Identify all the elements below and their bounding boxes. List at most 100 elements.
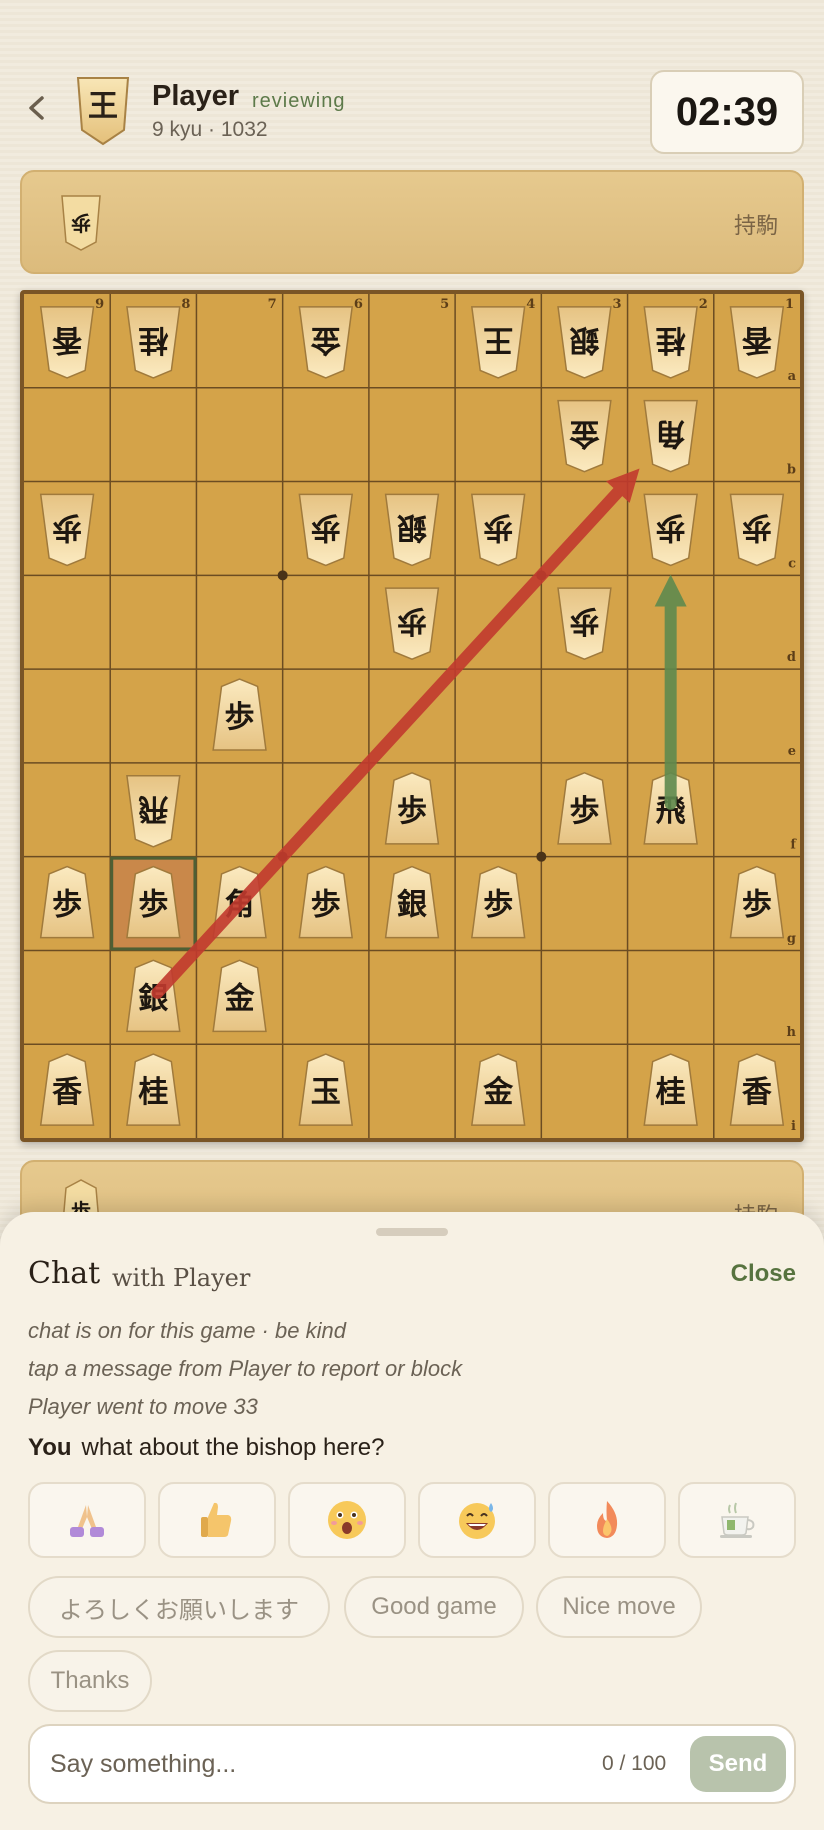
piece-label: 金 bbox=[224, 981, 256, 1016]
piece-label: 桂 bbox=[138, 322, 168, 357]
shogi-piece[interactable]: 香 bbox=[729, 1053, 785, 1126]
reaction-surprised[interactable] bbox=[288, 1482, 406, 1558]
surprised-face-icon bbox=[328, 1501, 366, 1539]
file-label: 1 bbox=[785, 297, 794, 312]
quick-reply-nice-move[interactable]: Nice move bbox=[536, 1576, 702, 1638]
player-rank: 9 kyu · 1032 bbox=[152, 118, 268, 141]
shogi-piece[interactable]: 角 bbox=[643, 399, 698, 473]
shogi-piece[interactable]: 香 bbox=[39, 306, 95, 379]
hand-piece-label: 歩 bbox=[71, 211, 91, 235]
shogi-board[interactable]: 987654321abcdefghi香桂金王銀桂香金角歩歩銀歩歩歩歩歩歩飛歩歩飛… bbox=[20, 290, 804, 1142]
shogi-piece[interactable]: 歩 bbox=[729, 865, 785, 939]
shogi-piece[interactable]: 歩 bbox=[643, 493, 698, 567]
quick-reply-yoroshiku[interactable]: よろしくお願いします bbox=[28, 1576, 330, 1638]
piece-label: 香 bbox=[742, 1075, 772, 1110]
rank-label: h bbox=[787, 1025, 797, 1040]
system-message[interactable]: tap a message from Player to report or b… bbox=[28, 1356, 462, 1382]
shogi-piece[interactable]: 桂 bbox=[126, 1053, 181, 1126]
rank-label: e bbox=[788, 744, 796, 759]
shogi-piece[interactable]: 歩 bbox=[557, 771, 612, 845]
rank-label: f bbox=[790, 838, 797, 853]
shogi-piece[interactable]: 銀 bbox=[384, 493, 440, 567]
shogi-piece[interactable]: 歩 bbox=[126, 865, 181, 939]
opponent-hand-tray: 歩 持駒 bbox=[20, 170, 804, 274]
message-input-box: 0 / 100 Send bbox=[28, 1724, 796, 1804]
chevron-left-icon bbox=[29, 96, 44, 120]
piece-label: 金 bbox=[568, 416, 600, 451]
shogi-piece[interactable]: 銀 bbox=[384, 865, 440, 939]
shogi-piece[interactable]: 玉 bbox=[298, 1053, 354, 1126]
shogi-piece[interactable]: 歩 bbox=[729, 493, 785, 567]
close-button[interactable]: Close bbox=[731, 1260, 796, 1288]
piece-label: 歩 bbox=[397, 603, 427, 638]
file-label: 9 bbox=[95, 297, 104, 312]
shogi-piece[interactable]: 歩 bbox=[470, 493, 526, 567]
piece-label: 歩 bbox=[742, 509, 772, 544]
sweat-smile-icon bbox=[459, 1503, 495, 1539]
file-label: 2 bbox=[699, 297, 708, 312]
shogi-piece[interactable]: 金 bbox=[298, 306, 354, 379]
shogi-piece[interactable]: 歩 bbox=[212, 678, 267, 751]
shogi-piece[interactable]: 銀 bbox=[557, 306, 612, 379]
shogi-piece[interactable]: 王 bbox=[470, 306, 526, 379]
piece-label: 金 bbox=[482, 1075, 514, 1110]
file-label: 5 bbox=[440, 297, 449, 312]
char-counter: 0 / 100 bbox=[602, 1752, 667, 1775]
piece-label: 香 bbox=[742, 322, 772, 357]
message-input[interactable] bbox=[50, 1744, 590, 1784]
piece-label: 歩 bbox=[311, 888, 341, 923]
shogi-piece[interactable]: 歩 bbox=[39, 865, 95, 939]
shogi-piece[interactable]: 金 bbox=[212, 959, 267, 1033]
file-label: 4 bbox=[526, 297, 535, 312]
shogi-piece[interactable]: 歩 bbox=[39, 493, 95, 567]
shogi-piece[interactable]: 歩 bbox=[298, 493, 354, 567]
chat-message[interactable]: You what about the bishop here? bbox=[28, 1434, 384, 1462]
piece-label: 歩 bbox=[225, 700, 255, 735]
shogi-piece[interactable]: 金 bbox=[557, 399, 612, 473]
sheet-grabber[interactable] bbox=[376, 1228, 448, 1236]
piece-label: 歩 bbox=[569, 794, 599, 829]
reaction-fire[interactable] bbox=[548, 1482, 666, 1558]
reaction-folded-hands[interactable] bbox=[28, 1482, 146, 1558]
shogi-piece[interactable]: 歩 bbox=[384, 587, 440, 661]
shogi-piece[interactable]: 歩 bbox=[384, 771, 440, 845]
rank-label: i bbox=[791, 1119, 796, 1134]
system-message: chat is on for this game · be kind bbox=[28, 1318, 346, 1343]
move-arrow bbox=[654, 574, 687, 810]
piece-label: 王 bbox=[483, 322, 513, 357]
send-button[interactable]: Send bbox=[690, 1736, 786, 1792]
chat-title: Chat bbox=[28, 1256, 101, 1291]
shogi-piece[interactable]: 桂 bbox=[643, 1053, 698, 1126]
quick-reply-good-game[interactable]: Good game bbox=[344, 1576, 524, 1638]
back-button[interactable] bbox=[22, 88, 52, 128]
star-point bbox=[277, 570, 288, 581]
shogi-piece[interactable]: 歩 bbox=[470, 865, 526, 939]
board-grid[interactable]: 9 8 7 6 5 4 3 2 1abcdefghi香桂金王銀桂香金 角歩歩銀歩歩歩歩 歩歩飛歩歩飛… bbox=[24, 294, 800, 1138]
arrow-head bbox=[654, 574, 687, 607]
shogi-piece[interactable]: 歩 bbox=[557, 587, 612, 661]
piece-label: 銀 bbox=[397, 888, 427, 923]
reaction-sweat-smile[interactable] bbox=[418, 1482, 536, 1558]
piece-label: 歩 bbox=[656, 509, 686, 544]
piece-label: 歩 bbox=[742, 888, 772, 923]
shogi-piece[interactable]: 金 bbox=[470, 1053, 526, 1126]
shogi-piece[interactable]: 歩 bbox=[298, 865, 354, 939]
shogi-piece[interactable]: 香 bbox=[39, 1053, 95, 1126]
hand-piece[interactable]: 歩 bbox=[56, 192, 106, 252]
piece-label: 桂 bbox=[138, 1075, 168, 1110]
piece-label: 歩 bbox=[483, 509, 513, 544]
reaction-tea[interactable] bbox=[678, 1482, 796, 1558]
chat-subtitle: with Player bbox=[112, 1264, 251, 1292]
message-sender: You bbox=[28, 1434, 72, 1461]
quick-reply-thanks[interactable]: Thanks bbox=[28, 1650, 152, 1712]
reaction-thumbs-up[interactable] bbox=[158, 1482, 276, 1558]
shogi-piece[interactable]: 飛 bbox=[126, 774, 181, 848]
piece-label: 角 bbox=[656, 416, 686, 451]
shogi-piece[interactable]: 香 bbox=[729, 306, 785, 379]
rank-label: a bbox=[788, 369, 797, 384]
shogi-piece[interactable]: 桂 bbox=[126, 306, 181, 379]
shogi-piece[interactable]: 桂 bbox=[643, 306, 698, 379]
tea-cup-icon bbox=[720, 1502, 755, 1538]
file-label: 7 bbox=[268, 297, 277, 312]
avatar-char: 王 bbox=[88, 89, 118, 124]
